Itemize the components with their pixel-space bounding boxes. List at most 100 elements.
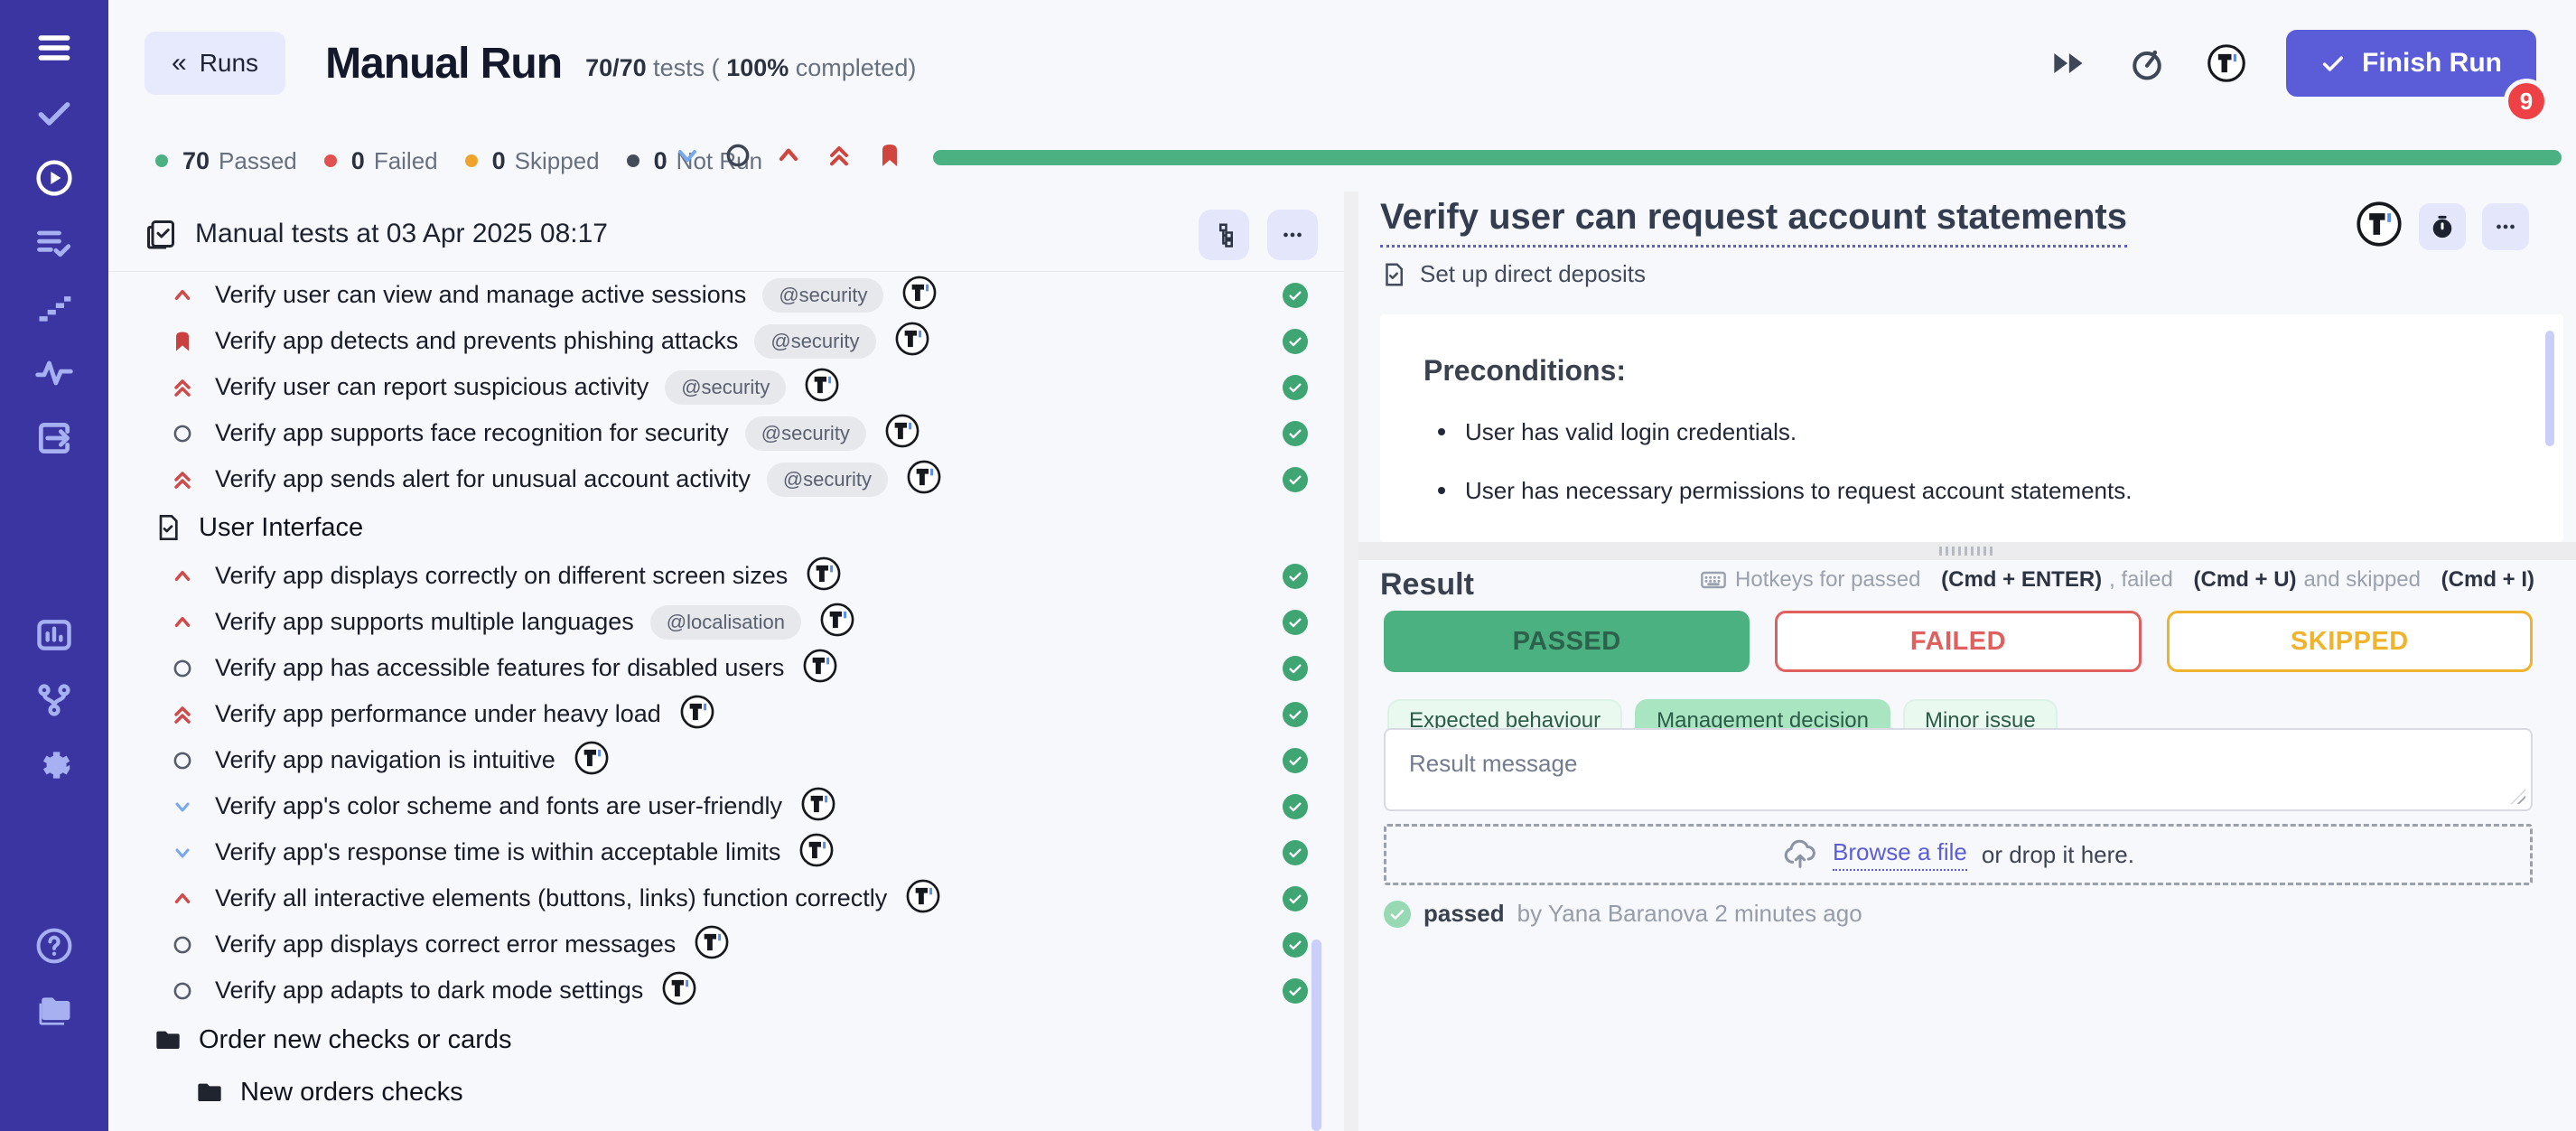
back-to-runs-button[interactable]: « Runs [145, 32, 285, 95]
test-detail-title[interactable]: Verify user can request account statemen… [1380, 197, 2127, 248]
filter-chevron-down-icon[interactable] [673, 141, 702, 170]
tests-check-icon[interactable] [33, 92, 75, 134]
test-title[interactable]: Verify app performance under heavy load [215, 700, 661, 728]
test-title[interactable]: Verify app detects and prevents phishing… [215, 327, 738, 355]
test-row[interactable]: Verify app displays correctly on differe… [108, 553, 1344, 599]
circle-icon[interactable] [168, 977, 197, 1005]
testomat-logo-icon[interactable] [894, 321, 930, 361]
test-title[interactable]: Verify all interactive elements (buttons… [215, 884, 887, 912]
test-title[interactable]: Verify app's color scheme and fonts are … [215, 792, 782, 820]
chevron-up-icon[interactable] [168, 281, 197, 310]
steps-icon[interactable] [33, 287, 75, 329]
double-chevron-up-icon[interactable] [168, 465, 197, 494]
test-list-scrollbar[interactable] [1311, 939, 1321, 1131]
folder-row[interactable]: Order new checks or cards [108, 1014, 1344, 1066]
result-message-input[interactable] [1384, 728, 2533, 811]
circle-icon[interactable] [168, 746, 197, 775]
testomat-logo-icon[interactable] [819, 602, 855, 642]
analytics-icon[interactable] [33, 614, 75, 656]
menu-icon[interactable] [33, 27, 75, 69]
finish-run-button[interactable]: Finish Run 9 [2286, 30, 2536, 97]
testomat-logo-icon[interactable] [806, 556, 842, 596]
testomat-logo-icon[interactable] [906, 459, 942, 500]
settings-gear-icon[interactable] [33, 744, 75, 786]
test-tag[interactable]: @security [754, 324, 875, 359]
test-tag[interactable]: @localisation [650, 605, 801, 640]
testomat-logo-icon[interactable] [574, 740, 610, 780]
browse-file-link[interactable]: Browse a file [1833, 838, 1967, 871]
suite-row[interactable]: User Interface [108, 502, 1344, 553]
test-title[interactable]: Verify app navigation is intuitive [215, 746, 555, 774]
detail-more-button[interactable] [2482, 203, 2529, 250]
testomat-logo-icon[interactable] [804, 367, 840, 407]
circle-icon[interactable] [168, 654, 197, 683]
test-row[interactable]: Verify user can view and manage active s… [108, 272, 1344, 318]
testomat-logo-icon[interactable] [905, 878, 941, 919]
test-title[interactable]: Verify app sends alert for unusual accou… [215, 465, 751, 493]
chevron-up-icon[interactable] [168, 562, 197, 591]
test-row[interactable]: Verify user can report suspicious activi… [108, 364, 1344, 410]
fast-forward-icon[interactable] [2048, 43, 2087, 83]
test-row[interactable]: Verify app detects and prevents phishing… [108, 318, 1344, 364]
test-tag[interactable]: @security [762, 278, 883, 313]
failed-button[interactable]: FAILED [1775, 611, 2141, 672]
test-title[interactable]: Verify user can report suspicious activi… [215, 373, 649, 401]
panel-resize-handle[interactable] [1358, 542, 2576, 560]
testomat-logo-icon[interactable] [679, 694, 715, 734]
filter-circle-icon[interactable] [723, 141, 752, 170]
test-tag[interactable]: @security [767, 463, 888, 497]
test-row[interactable]: Verify app sends alert for unusual accou… [108, 456, 1344, 502]
test-row[interactable]: Verify app supports multiple languages @l… [108, 599, 1344, 645]
folder-row[interactable] [108, 1118, 1344, 1131]
chevron-down-icon[interactable] [168, 792, 197, 821]
testomat-logo-icon[interactable] [694, 924, 730, 965]
timer-icon[interactable] [2127, 43, 2167, 83]
plans-list-check-icon[interactable] [33, 222, 75, 264]
file-dropzone[interactable]: Browse a file or drop it here. [1384, 824, 2533, 885]
test-title[interactable]: Verify app adapts to dark mode settings [215, 977, 643, 1005]
circle-icon[interactable] [168, 419, 197, 448]
suite-title[interactable]: User Interface [199, 513, 363, 543]
folder-title[interactable]: New orders checks [240, 1078, 463, 1108]
test-title[interactable]: Verify app supports face recognition for… [215, 419, 729, 447]
tree-view-button[interactable] [1199, 210, 1249, 260]
pulse-icon[interactable] [33, 352, 75, 394]
double-chevron-up-icon[interactable] [168, 373, 197, 402]
testomat-logo-icon[interactable] [884, 413, 920, 453]
list-more-button[interactable] [1267, 210, 1318, 260]
filter-double-chevron-up-icon[interactable] [825, 141, 854, 170]
help-icon[interactable] [33, 925, 75, 967]
testomat-logo-icon[interactable] [802, 648, 838, 688]
test-row[interactable]: Verify app supports face recognition for… [108, 410, 1344, 456]
preconditions-scrollbar[interactable] [2545, 331, 2554, 446]
folder-title[interactable]: Order new checks or cards [199, 1025, 512, 1055]
chevron-down-icon[interactable] [168, 838, 197, 867]
import-icon[interactable] [33, 417, 75, 459]
chevron-up-icon[interactable] [168, 608, 197, 637]
runs-play-icon[interactable] [33, 157, 75, 199]
circle-icon[interactable] [168, 930, 197, 959]
test-row[interactable]: Verify app's color scheme and fonts are … [108, 783, 1344, 829]
test-row[interactable]: Verify app displays correct error messag… [108, 921, 1344, 967]
filter-bookmark-icon[interactable] [875, 141, 904, 170]
detail-timer-button[interactable] [2419, 203, 2466, 250]
test-title[interactable]: Verify app supports multiple languages [215, 608, 634, 636]
test-title[interactable]: Verify app has accessible features for d… [215, 654, 784, 682]
passed-button[interactable]: PASSED [1384, 611, 1750, 672]
chevron-up-icon[interactable] [168, 884, 197, 913]
test-title[interactable]: Verify app displays correctly on differe… [215, 562, 788, 590]
test-row[interactable]: Verify app adapts to dark mode settings [108, 967, 1344, 1014]
testomat-logo-icon[interactable] [661, 970, 697, 1011]
folder-row[interactable]: New orders checks [108, 1066, 1344, 1118]
test-row[interactable]: Verify app performance under heavy load [108, 691, 1344, 737]
testomat-logo-icon[interactable] [798, 832, 835, 873]
test-row[interactable]: Verify all interactive elements (buttons… [108, 875, 1344, 921]
testomat-logo-icon[interactable] [2207, 43, 2246, 83]
filter-chevron-up-icon[interactable] [774, 141, 803, 170]
testomat-logo-icon[interactable] [2356, 201, 2403, 252]
test-row[interactable]: Verify app's response time is within acc… [108, 829, 1344, 875]
branch-icon[interactable] [33, 679, 75, 721]
test-title[interactable]: Verify app displays correct error messag… [215, 930, 676, 958]
panel-divider[interactable] [1344, 192, 1358, 1131]
testomat-logo-icon[interactable] [901, 275, 938, 315]
